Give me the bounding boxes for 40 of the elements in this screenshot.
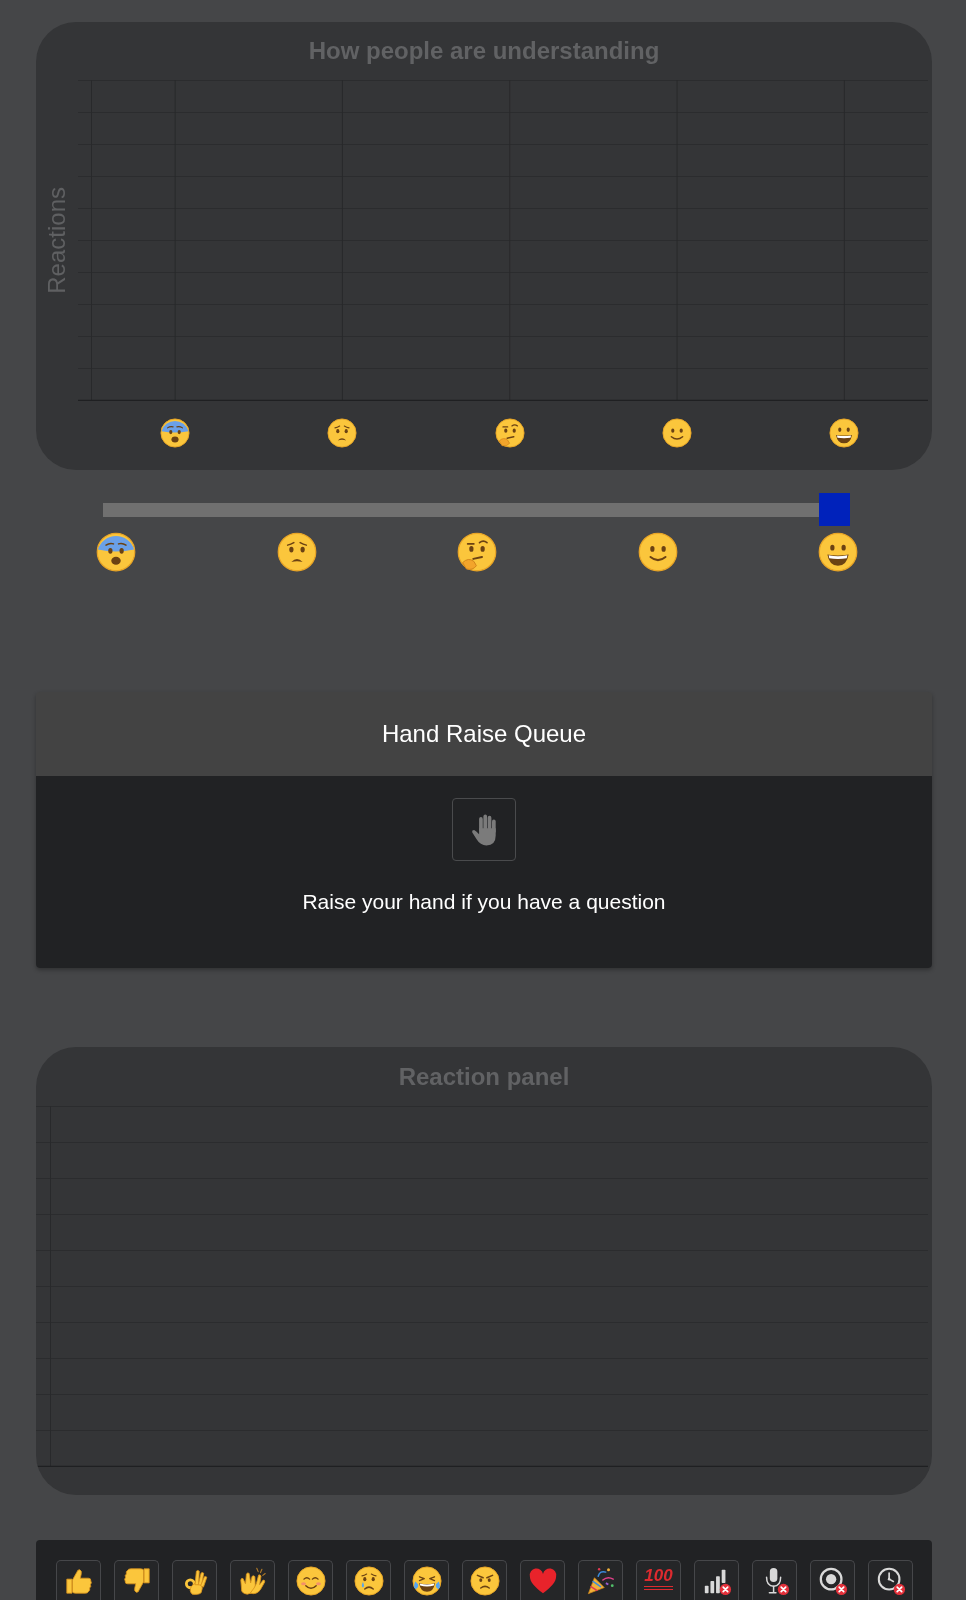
smiling-face-icon — [637, 532, 678, 572]
reaction-button[interactable] — [462, 1560, 507, 1600]
reaction-button[interactable] — [230, 1560, 275, 1600]
hand-raise-prompt: Raise your hand if you have a question — [302, 889, 666, 915]
blushing-face-icon — [295, 1566, 326, 1596]
fearful-face-icon — [96, 532, 136, 572]
heart-icon — [527, 1566, 558, 1596]
panel-title: Hand Raise Queue — [381, 720, 587, 748]
reaction-button[interactable]: 100 — [636, 1560, 681, 1600]
reaction-button[interactable] — [172, 1560, 217, 1600]
clapping-hands-icon — [237, 1566, 268, 1596]
reaction-button[interactable] — [868, 1560, 913, 1600]
reaction-button[interactable] — [346, 1560, 391, 1600]
thumbs-up-icon — [63, 1566, 94, 1596]
thinking-face-icon — [457, 532, 497, 572]
reaction-button[interactable] — [404, 1560, 449, 1600]
grinning-face-icon — [818, 532, 858, 572]
reaction-button[interactable] — [56, 1560, 101, 1600]
laughing-face-icon — [411, 1566, 442, 1596]
reaction-button[interactable] — [810, 1560, 855, 1600]
reaction-button[interactable] — [752, 1560, 797, 1600]
clock-off-icon — [875, 1566, 906, 1596]
reaction-button[interactable] — [578, 1560, 623, 1600]
reaction-button[interactable] — [288, 1560, 333, 1600]
angry-face-icon — [469, 1566, 500, 1596]
crying-face-icon — [353, 1566, 384, 1596]
reaction-button[interactable] — [114, 1560, 159, 1600]
worried-face-icon — [327, 418, 358, 448]
raise-hand-button[interactable] — [452, 798, 516, 861]
thumbs-down-icon — [121, 1566, 152, 1596]
slider-thumb[interactable] — [819, 493, 850, 526]
record-off-icon — [817, 1566, 848, 1596]
fearful-face-icon — [160, 418, 191, 448]
worried-face-icon — [276, 532, 317, 572]
raised-hand-icon — [471, 813, 497, 846]
thinking-face-icon — [494, 418, 525, 448]
reaction-button[interactable] — [694, 1560, 739, 1600]
smiling-face-icon — [662, 418, 693, 448]
grinning-face-icon — [829, 418, 860, 448]
party-popper-icon — [585, 1566, 616, 1596]
